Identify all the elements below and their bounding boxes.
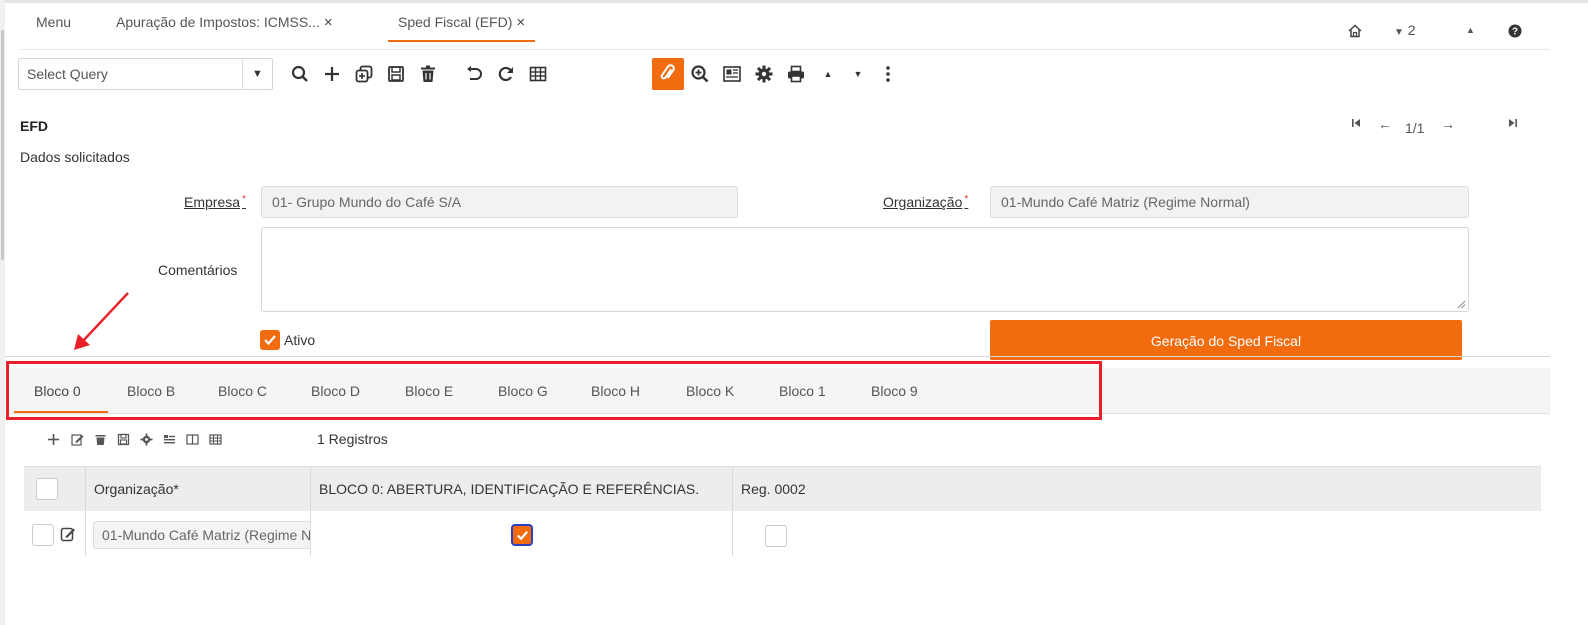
bloco0-checkbox[interactable]	[511, 524, 533, 546]
grid-toggle-icon[interactable]	[522, 58, 554, 90]
previous-record-icon[interactable]: ▲	[812, 58, 844, 90]
organizacao-field[interactable]: 01-Mundo Café Matriz (Regime Normal)	[990, 186, 1469, 218]
undo-icon[interactable]	[458, 58, 490, 90]
main-toolbar: ▼ ▲ ▼	[18, 56, 1018, 92]
next-record-icon[interactable]: ▼	[842, 58, 874, 90]
tab-sped-fiscal[interactable]: Sped Fiscal (EFD) ×	[388, 0, 536, 42]
checkmark-icon	[264, 335, 276, 346]
caret-down-icon: ▼	[1394, 27, 1404, 38]
first-record-icon[interactable]	[1351, 116, 1361, 132]
red-arrow-annotation	[74, 292, 129, 350]
row-checkbox[interactable]	[32, 524, 54, 546]
last-record-icon[interactable]	[1508, 116, 1518, 132]
tab-menu[interactable]: Menu	[36, 0, 71, 42]
resize-grip-icon[interactable]	[1456, 299, 1466, 309]
comentarios-textarea[interactable]	[261, 227, 1469, 312]
scrollbar-thumb[interactable]	[1, 30, 4, 260]
checkmark-icon	[516, 530, 528, 540]
column-header-reg0002[interactable]: Reg. 0002	[733, 467, 821, 512]
reg0002-checkbox[interactable]	[765, 525, 787, 547]
process-gear-icon[interactable]	[748, 58, 780, 90]
empresa-label[interactable]: Empresa *	[184, 194, 246, 210]
settings-icon[interactable]	[137, 430, 155, 448]
next-arrow-icon[interactable]: →	[1441, 116, 1455, 132]
save-icon[interactable]	[380, 58, 412, 90]
grid-header: Organização* BLOCO 0: ABERTURA, IDENTIFI…	[24, 466, 1541, 512]
delete-icon[interactable]	[91, 430, 109, 448]
plus-icon[interactable]	[316, 58, 348, 90]
select-all-cell	[24, 467, 86, 512]
more-vertical-icon[interactable]	[872, 58, 904, 90]
select-all-checkbox[interactable]	[36, 478, 58, 500]
attachment-icon[interactable]	[652, 58, 684, 90]
ativo-checkbox[interactable]	[260, 330, 280, 350]
column-header-bloco0[interactable]: BLOCO 0: ABERTURA, IDENTIFICAÇÃO E REFER…	[311, 467, 733, 512]
report-icon[interactable]	[716, 58, 748, 90]
previous-arrow-icon[interactable]: ←	[1378, 116, 1392, 132]
organizacao-label[interactable]: Organização *	[883, 194, 968, 210]
empresa-field[interactable]: 01- Grupo Mundo do Café S/A	[261, 186, 738, 218]
comentarios-label: Comentários	[158, 262, 238, 278]
record-pager: 1/1	[1405, 120, 1425, 136]
geracao-sped-fiscal-button[interactable]: Geração do Sped Fiscal	[990, 320, 1462, 360]
red-highlight-box	[6, 361, 1102, 420]
select-query-input[interactable]	[19, 59, 239, 89]
edit-icon[interactable]	[68, 430, 86, 448]
search-icon[interactable]	[284, 58, 316, 90]
form-separator	[5, 356, 1550, 357]
copy-icon[interactable]	[348, 58, 380, 90]
table-row[interactable]: 01-Mundo Café Matriz (Regime Normal)	[24, 512, 821, 556]
section-dados-solicitados: Dados solicitados	[20, 149, 130, 165]
svg-text:?: ?	[1512, 27, 1518, 38]
split-view-icon[interactable]	[183, 430, 201, 448]
window-list-dropdown[interactable]: ▼ 2	[1394, 8, 1416, 50]
chevron-down-icon[interactable]: ▼	[242, 59, 272, 89]
delete-icon[interactable]	[412, 58, 444, 90]
print-icon[interactable]	[780, 58, 812, 90]
column-header-organizacao[interactable]: Organização*	[86, 467, 311, 512]
home-icon[interactable]	[1348, 8, 1362, 50]
record-count: 1 Registros	[317, 431, 388, 447]
form-view-icon[interactable]	[160, 430, 178, 448]
help-icon[interactable]: ?	[1508, 8, 1522, 50]
refresh-icon[interactable]	[490, 58, 522, 90]
grid-view-icon[interactable]	[206, 430, 224, 448]
record-title: EFD	[20, 118, 48, 134]
caret-up-icon[interactable]: ▲	[1466, 8, 1475, 50]
row-edit-icon[interactable]	[60, 526, 76, 542]
close-icon[interactable]: ×	[516, 14, 525, 31]
save-icon[interactable]	[114, 430, 132, 448]
left-scrollbar[interactable]	[0, 0, 5, 625]
select-query-dropdown[interactable]: ▼	[18, 58, 273, 90]
ativo-label: Ativo	[284, 332, 316, 348]
tab-apuracao-impostos[interactable]: Apuração de Impostos: ICMSS... ×	[116, 0, 333, 42]
zoom-in-icon[interactable]	[684, 58, 716, 90]
close-icon[interactable]: ×	[324, 14, 333, 31]
organizacao-cell[interactable]: 01-Mundo Café Matriz (Regime Normal)	[93, 521, 311, 549]
add-icon[interactable]	[44, 430, 62, 448]
